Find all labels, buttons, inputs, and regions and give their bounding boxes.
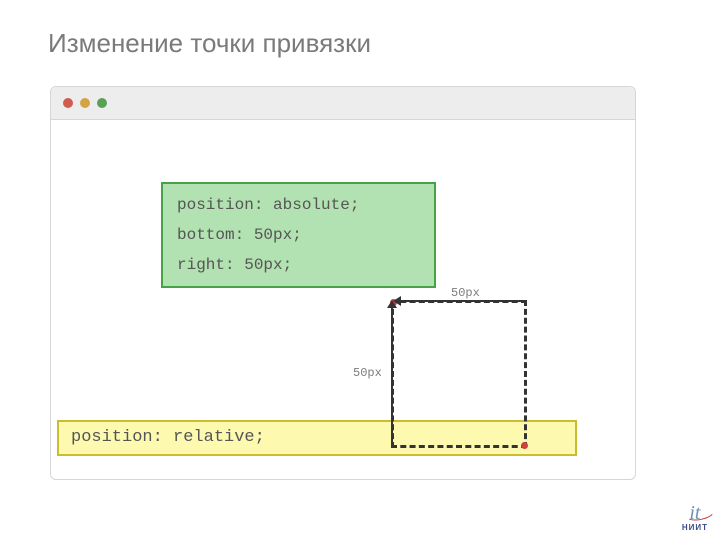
- dashed-anchor-box: [391, 300, 527, 448]
- absolute-box: position: absolute; bottom: 50px; right:…: [161, 182, 436, 288]
- logo-mark: it: [689, 502, 700, 525]
- arrow-bottom-offset: [391, 306, 393, 446]
- code-line: position: relative;: [71, 428, 265, 447]
- browser-window: position: absolute; bottom: 50px; right:…: [50, 86, 636, 480]
- close-icon: [63, 98, 73, 108]
- arrow-right-offset: [399, 300, 526, 302]
- label-right-offset: 50px: [451, 286, 480, 300]
- label-bottom-offset: 50px: [353, 366, 382, 380]
- code-line: bottom: 50px;: [177, 220, 420, 250]
- browser-viewport: position: absolute; bottom: 50px; right:…: [51, 120, 635, 480]
- minimize-icon: [80, 98, 90, 108]
- browser-titlebar: [51, 87, 635, 120]
- arrow-head-icon: [387, 300, 397, 308]
- maximize-icon: [97, 98, 107, 108]
- code-line: position: absolute;: [177, 190, 420, 220]
- slide: Изменение точки привязки position: absol…: [0, 0, 720, 540]
- code-line: right: 50px;: [177, 250, 420, 280]
- slide-title: Изменение точки привязки: [48, 28, 371, 59]
- footer-logo: it НИИТ: [682, 502, 708, 532]
- anchor-dot-bottom-right: [521, 442, 528, 449]
